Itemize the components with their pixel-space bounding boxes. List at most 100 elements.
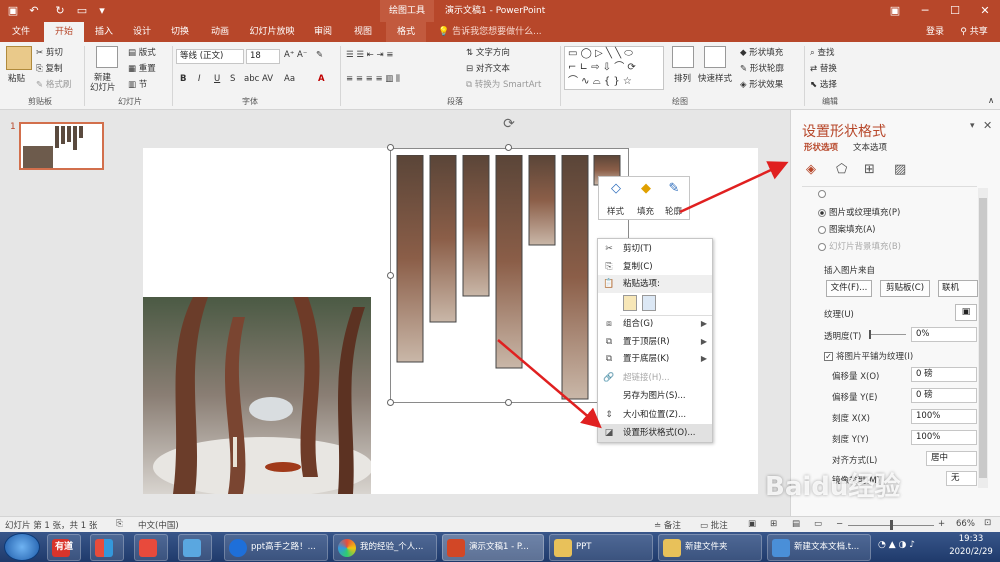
menu-item-size-position[interactable]: ⇕ 大小和位置(Z)... bbox=[598, 406, 712, 424]
arrange-icon[interactable] bbox=[672, 46, 694, 68]
radio-slide-background[interactable]: 幻灯片背景填充(B) bbox=[818, 240, 901, 252]
layout-button[interactable]: ▤ 版式 bbox=[128, 46, 156, 58]
paste-icon[interactable] bbox=[6, 46, 32, 70]
font-name-box[interactable]: 等线 (正文) bbox=[176, 49, 244, 64]
tab-text-options[interactable]: 文本选项 bbox=[853, 141, 887, 153]
clear-format-icon[interactable]: ✎ bbox=[316, 50, 323, 60]
notes-button[interactable]: ≐ 备注 bbox=[654, 519, 681, 531]
shadow-icon[interactable]: S bbox=[230, 74, 235, 84]
normal-view-icon[interactable]: ▣ bbox=[748, 519, 756, 529]
login-link[interactable]: 登录 bbox=[922, 22, 948, 42]
italic-icon[interactable]: I bbox=[198, 74, 201, 84]
offset-y-field[interactable]: 0 磅 bbox=[911, 388, 977, 403]
start-from-beginning-icon[interactable]: ▭ bbox=[74, 3, 90, 19]
copy-button[interactable]: ⎘ 复制 bbox=[36, 62, 63, 74]
taskbar-app-4[interactable] bbox=[178, 534, 212, 561]
select-button[interactable]: ⬉ 选择 bbox=[810, 78, 837, 90]
taskbar-powerpoint[interactable]: 演示文稿1 - P... bbox=[442, 534, 544, 561]
taskbar-app-2[interactable] bbox=[90, 534, 124, 561]
resize-handle[interactable] bbox=[387, 272, 394, 279]
language-status[interactable]: 中文(中国) bbox=[138, 519, 179, 531]
scale-y-field[interactable]: 100% bbox=[911, 430, 977, 445]
replace-button[interactable]: ⇄ 替换 bbox=[810, 62, 837, 74]
mini-fill-button[interactable]: 填充 bbox=[637, 205, 654, 217]
taskbar-app-3[interactable] bbox=[134, 534, 168, 561]
slide-sorter-icon[interactable]: ⊞ bbox=[770, 519, 777, 529]
bullets-icon[interactable]: ☰ ☰ ⇤ ⇥ ≡ bbox=[346, 50, 393, 60]
resize-handle[interactable] bbox=[387, 399, 394, 406]
zoom-level[interactable]: 66% bbox=[956, 519, 975, 529]
tile-checkbox[interactable]: ✓ 将图片平铺为纹理(I) bbox=[824, 350, 913, 362]
transparency-slider-thumb[interactable] bbox=[869, 330, 871, 339]
menu-item-save-as-picture[interactable]: 另存为图片(S)... bbox=[598, 387, 712, 405]
section-button[interactable]: ▥ 节 bbox=[128, 78, 147, 90]
tab-insert[interactable]: 插入 bbox=[88, 22, 120, 42]
taskbar-sogou-ppt[interactable]: ppt高手之路！... bbox=[224, 534, 328, 561]
bold-icon[interactable]: B bbox=[180, 74, 186, 84]
transparency-field[interactable]: 0% bbox=[911, 327, 977, 342]
texture-picker-icon[interactable]: ▣ bbox=[955, 304, 977, 321]
shape-effects-button[interactable]: ◈ 形状效果 bbox=[740, 78, 783, 90]
radio-pattern-fill[interactable]: 图案填充(A) bbox=[818, 223, 875, 235]
photo-strips[interactable] bbox=[396, 155, 626, 403]
save-icon[interactable]: ▣ bbox=[5, 3, 21, 19]
tab-file[interactable]: 文件 bbox=[2, 22, 40, 42]
fill-line-icon[interactable]: ◈ bbox=[806, 162, 816, 177]
pane-scrollbar-thumb[interactable] bbox=[979, 198, 987, 478]
quick-styles-icon[interactable] bbox=[704, 46, 726, 68]
quick-styles-button[interactable]: 快速样式 bbox=[698, 72, 732, 84]
align-text-button[interactable]: ⊟ 对齐文本 bbox=[466, 62, 510, 74]
maximize-button[interactable]: ☐ bbox=[940, 0, 970, 22]
tab-format[interactable]: 格式 bbox=[386, 22, 426, 42]
text-direction-button[interactable]: ⇅ 文字方向 bbox=[466, 46, 510, 58]
redo-icon[interactable]: ↻ bbox=[52, 3, 68, 19]
online-button[interactable]: 联机(E)... bbox=[938, 280, 978, 297]
resize-handle[interactable] bbox=[387, 144, 394, 151]
mini-style-button[interactable]: 样式 bbox=[607, 205, 624, 217]
menu-item-copy[interactable]: ⎘ 复制(C) bbox=[598, 258, 712, 276]
undo-icon[interactable]: ↶ bbox=[26, 3, 42, 19]
shape-outline-button[interactable]: ✎ 形状轮廓 bbox=[740, 62, 784, 74]
ribbon-display-icon[interactable]: ▣ bbox=[880, 0, 910, 22]
slideshow-view-icon[interactable]: ▭ bbox=[814, 519, 822, 529]
offset-x-field[interactable]: 0 磅 bbox=[911, 367, 977, 382]
tell-me-search[interactable]: 💡 告诉我您想要做什么... bbox=[438, 22, 618, 42]
style-icon[interactable]: ◇ bbox=[605, 181, 627, 199]
alignment-select[interactable]: 居中 bbox=[926, 451, 977, 466]
pane-options-icon[interactable]: ▾ bbox=[970, 121, 975, 131]
tab-design[interactable]: 设计 bbox=[126, 22, 158, 42]
tab-shape-options[interactable]: 形状选项 bbox=[804, 141, 838, 153]
taskbar-my-experience[interactable]: 我的经验_个人... bbox=[333, 534, 437, 561]
minimize-button[interactable]: ─ bbox=[910, 0, 940, 22]
align-icons[interactable]: ≡ ≡ ≡ ≡ ▥ ⫼ bbox=[346, 74, 400, 84]
forest-cave-photo[interactable] bbox=[143, 297, 373, 497]
radio-gradient-partial[interactable] bbox=[818, 189, 829, 199]
menu-item-bring-to-front[interactable]: ⧉ 置于顶层(R) ▶ bbox=[598, 333, 712, 351]
system-tray-icons[interactable]: ◔ ▲ ◑ ♪ bbox=[878, 540, 938, 554]
change-case-icon[interactable]: Aa bbox=[284, 74, 295, 84]
underline-icon[interactable]: U bbox=[214, 74, 220, 84]
new-slide-label-2[interactable]: 幻灯片 bbox=[90, 81, 116, 93]
paste-picture-icon[interactable] bbox=[642, 295, 656, 311]
effects-pentagon-icon[interactable]: ⬠ bbox=[836, 162, 847, 177]
fill-bucket-icon[interactable]: ◆ bbox=[635, 181, 657, 199]
collapse-ribbon-icon[interactable]: ∧ bbox=[988, 96, 994, 106]
taskbar-youdao[interactable]: 有道 bbox=[47, 534, 81, 561]
clipboard-button[interactable]: 剪贴板(C) bbox=[880, 280, 930, 297]
mini-outline-button[interactable]: 轮廓 bbox=[665, 205, 682, 217]
transparency-slider[interactable] bbox=[870, 334, 906, 335]
spellcheck-icon[interactable]: ⎘ bbox=[116, 519, 123, 529]
mirror-type-select[interactable]: 无 bbox=[946, 471, 977, 486]
format-painter-button[interactable]: ✎ 格式刷 bbox=[36, 78, 71, 90]
start-button[interactable] bbox=[4, 533, 40, 561]
shapes-gallery[interactable]: ▭ ◯ ▷ ╲ ╲ ⬭ ⌐ ∟ ⇨ ⇩ ⌒ ⟳ ⌒ ∿ ⌓ { } ☆ bbox=[564, 46, 664, 90]
customize-qat-icon[interactable]: ▾ bbox=[94, 3, 110, 19]
font-color-icon[interactable]: A bbox=[318, 74, 325, 84]
smartart-button[interactable]: ⧉ 转换为 SmartArt bbox=[466, 78, 541, 90]
font-size-box[interactable]: 18 bbox=[246, 49, 280, 64]
picture-icon[interactable]: ▨ bbox=[894, 162, 906, 177]
zoom-slider-thumb[interactable] bbox=[890, 520, 893, 530]
new-slide-icon[interactable] bbox=[96, 46, 118, 68]
strikethrough-icon[interactable]: abc bbox=[244, 74, 259, 84]
reset-button[interactable]: ▦ 重置 bbox=[128, 62, 156, 74]
